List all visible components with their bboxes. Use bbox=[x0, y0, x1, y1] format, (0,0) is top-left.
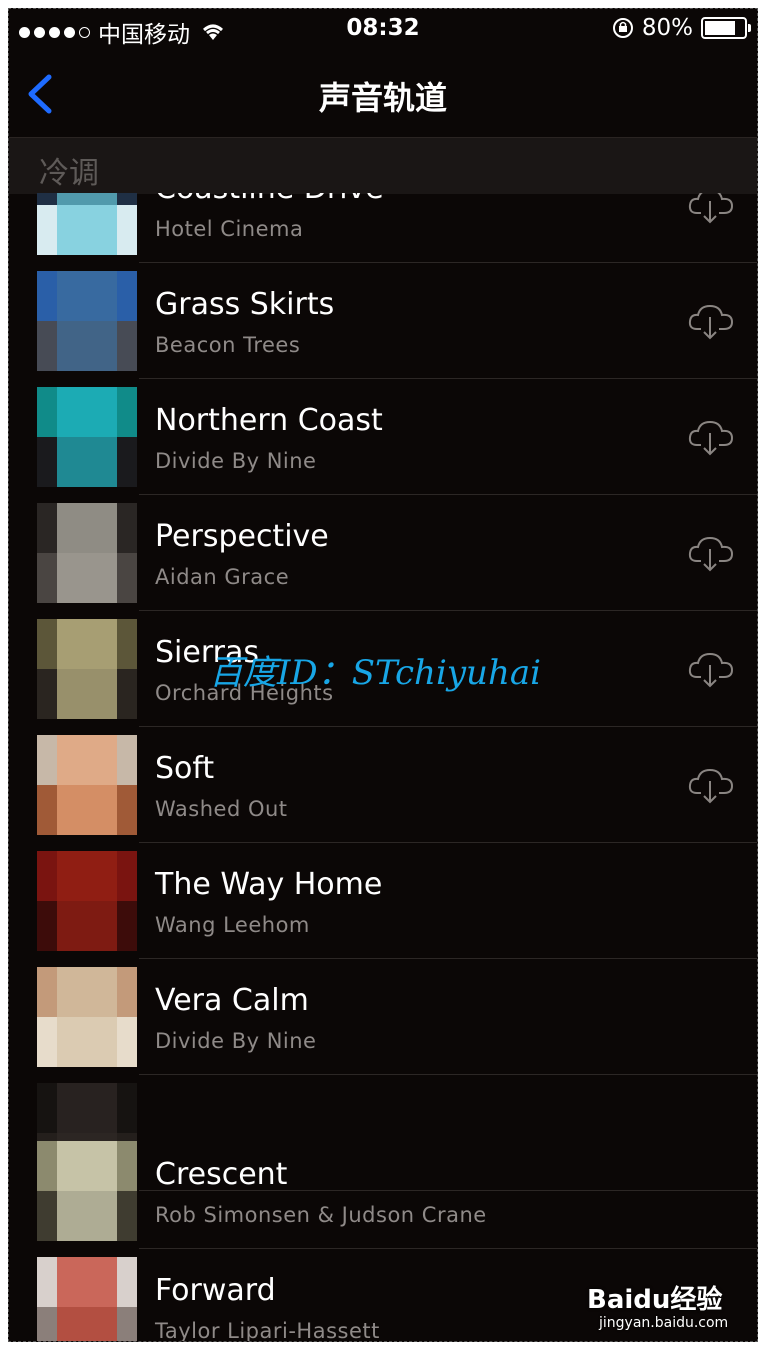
track-artist: Aidan Grace bbox=[155, 565, 290, 589]
album-art bbox=[37, 851, 137, 951]
cloud-download-icon[interactable] bbox=[687, 649, 735, 689]
album-art bbox=[37, 503, 137, 603]
status-bar: 中国移动 08:32 80% bbox=[9, 9, 757, 49]
cloud-download-icon[interactable] bbox=[687, 533, 735, 573]
track-title: The Way Home bbox=[155, 867, 383, 902]
watermark-text: 百度ID：STchiyuhai bbox=[209, 653, 541, 693]
baidu-url: jingyan.baidu.com bbox=[599, 1315, 729, 1331]
track-title: Coastline Drive bbox=[155, 193, 384, 206]
track-row[interactable]: Coastline Drive Hotel Cinema bbox=[9, 193, 757, 263]
track-row[interactable]: Vera Calm Divide By Nine bbox=[9, 959, 757, 1075]
page-title: 声音轨道 bbox=[318, 79, 447, 117]
track-artist: Divide By Nine bbox=[155, 1029, 317, 1053]
track-artist: Wang Leehom bbox=[155, 913, 310, 937]
navigation-bar: 声音轨道 bbox=[9, 49, 757, 137]
section-header: 冷调 bbox=[9, 137, 757, 194]
track-title: Soft bbox=[155, 751, 215, 786]
track-title: Crescent bbox=[155, 1157, 288, 1192]
track-row[interactable]: The Way Home Wang Leehom bbox=[9, 843, 757, 959]
rotation-lock-icon bbox=[612, 18, 633, 38]
album-art bbox=[37, 1141, 137, 1241]
track-title: Perspective bbox=[155, 519, 329, 554]
track-row[interactable]: Perspective Aidan Grace bbox=[9, 495, 757, 611]
album-art bbox=[37, 619, 137, 719]
album-art bbox=[37, 967, 137, 1067]
track-row[interactable]: Soft Washed Out bbox=[9, 727, 757, 843]
track-artist: Rob Simonsen & Judson Crane bbox=[155, 1203, 487, 1227]
track-title: Grass Skirts bbox=[155, 287, 335, 322]
track-title: Forward bbox=[155, 1273, 276, 1308]
album-art bbox=[37, 1257, 137, 1341]
phone-screen: 中国移动 08:32 80% 声音轨道 冷调 Co bbox=[8, 8, 758, 1342]
album-art bbox=[37, 271, 137, 371]
track-row[interactable]: Crescent Rob Simonsen & Judson Crane bbox=[9, 1133, 757, 1249]
track-artist: Divide By Nine bbox=[155, 449, 317, 473]
track-title: Vera Calm bbox=[155, 983, 309, 1018]
cloud-download-icon[interactable] bbox=[687, 417, 735, 457]
track-artist: Beacon Trees bbox=[155, 333, 301, 357]
album-art bbox=[37, 193, 137, 255]
section-label: 冷调 bbox=[39, 156, 99, 191]
cloud-download-icon[interactable] bbox=[687, 193, 735, 225]
track-row[interactable]: Northern Coast Divide By Nine bbox=[9, 379, 757, 495]
track-artist: Taylor Lipari-Hassett bbox=[155, 1319, 380, 1341]
album-art bbox=[37, 735, 137, 835]
battery-percent: 80% bbox=[641, 15, 693, 41]
track-list[interactable]: Coastline Drive Hotel Cinema Grass Skirts B… bbox=[9, 193, 757, 1341]
track-row[interactable]: Grass Skirts Beacon Trees bbox=[9, 263, 757, 379]
album-art bbox=[37, 387, 137, 487]
track-artist: Hotel Cinema bbox=[155, 217, 304, 241]
track-artist: Washed Out bbox=[155, 797, 288, 821]
cloud-download-icon[interactable] bbox=[687, 301, 735, 341]
track-title: Northern Coast bbox=[155, 403, 383, 438]
cloud-download-icon[interactable] bbox=[687, 765, 735, 805]
battery-group: 80% bbox=[612, 15, 751, 41]
baidu-logo: Baidu经验 bbox=[587, 1285, 723, 1315]
battery-icon bbox=[701, 17, 751, 39]
